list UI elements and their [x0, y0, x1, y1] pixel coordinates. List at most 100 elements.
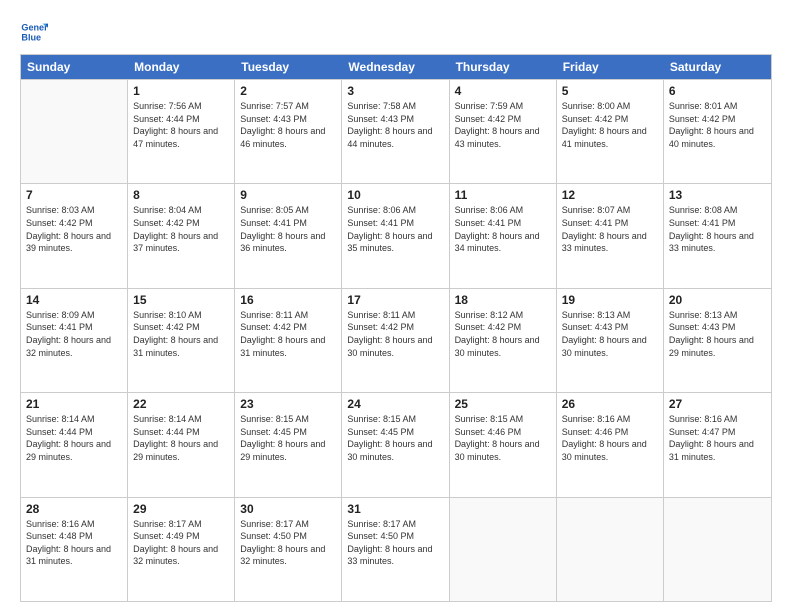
day-info: Sunrise: 8:13 AM Sunset: 4:43 PM Dayligh… — [669, 309, 766, 359]
day-info: Sunrise: 8:03 AM Sunset: 4:42 PM Dayligh… — [26, 204, 122, 254]
calendar-cell: 26 Sunrise: 8:16 AM Sunset: 4:46 PM Dayl… — [557, 393, 664, 496]
day-number: 15 — [133, 293, 229, 307]
calendar-header-day: Monday — [128, 55, 235, 79]
calendar: SundayMondayTuesdayWednesdayThursdayFrid… — [20, 54, 772, 602]
calendar-header-day: Tuesday — [235, 55, 342, 79]
day-info: Sunrise: 8:07 AM Sunset: 4:41 PM Dayligh… — [562, 204, 658, 254]
day-info: Sunrise: 8:16 AM Sunset: 4:47 PM Dayligh… — [669, 413, 766, 463]
day-info: Sunrise: 8:06 AM Sunset: 4:41 PM Dayligh… — [455, 204, 551, 254]
day-info: Sunrise: 8:12 AM Sunset: 4:42 PM Dayligh… — [455, 309, 551, 359]
calendar-cell: 13 Sunrise: 8:08 AM Sunset: 4:41 PM Dayl… — [664, 184, 771, 287]
day-number: 28 — [26, 502, 122, 516]
day-number: 16 — [240, 293, 336, 307]
calendar-header-day: Sunday — [21, 55, 128, 79]
day-info: Sunrise: 8:10 AM Sunset: 4:42 PM Dayligh… — [133, 309, 229, 359]
calendar-cell: 12 Sunrise: 8:07 AM Sunset: 4:41 PM Dayl… — [557, 184, 664, 287]
header: General Blue — [20, 18, 772, 46]
day-number: 10 — [347, 188, 443, 202]
calendar-cell: 11 Sunrise: 8:06 AM Sunset: 4:41 PM Dayl… — [450, 184, 557, 287]
day-info: Sunrise: 7:58 AM Sunset: 4:43 PM Dayligh… — [347, 100, 443, 150]
day-info: Sunrise: 8:05 AM Sunset: 4:41 PM Dayligh… — [240, 204, 336, 254]
day-number: 23 — [240, 397, 336, 411]
day-info: Sunrise: 8:17 AM Sunset: 4:50 PM Dayligh… — [347, 518, 443, 568]
calendar-week-row: 14 Sunrise: 8:09 AM Sunset: 4:41 PM Dayl… — [21, 288, 771, 392]
day-info: Sunrise: 8:17 AM Sunset: 4:50 PM Dayligh… — [240, 518, 336, 568]
day-number: 8 — [133, 188, 229, 202]
day-number: 14 — [26, 293, 122, 307]
calendar-week-row: 28 Sunrise: 8:16 AM Sunset: 4:48 PM Dayl… — [21, 497, 771, 601]
day-number: 27 — [669, 397, 766, 411]
day-info: Sunrise: 8:17 AM Sunset: 4:49 PM Dayligh… — [133, 518, 229, 568]
day-info: Sunrise: 7:59 AM Sunset: 4:42 PM Dayligh… — [455, 100, 551, 150]
day-number: 7 — [26, 188, 122, 202]
calendar-cell: 15 Sunrise: 8:10 AM Sunset: 4:42 PM Dayl… — [128, 289, 235, 392]
calendar-week-row: 1 Sunrise: 7:56 AM Sunset: 4:44 PM Dayli… — [21, 79, 771, 183]
calendar-cell: 10 Sunrise: 8:06 AM Sunset: 4:41 PM Dayl… — [342, 184, 449, 287]
calendar-cell: 14 Sunrise: 8:09 AM Sunset: 4:41 PM Dayl… — [21, 289, 128, 392]
day-info: Sunrise: 8:15 AM Sunset: 4:45 PM Dayligh… — [240, 413, 336, 463]
calendar-cell: 20 Sunrise: 8:13 AM Sunset: 4:43 PM Dayl… — [664, 289, 771, 392]
calendar-cell: 28 Sunrise: 8:16 AM Sunset: 4:48 PM Dayl… — [21, 498, 128, 601]
logo: General Blue — [20, 18, 52, 46]
day-info: Sunrise: 8:11 AM Sunset: 4:42 PM Dayligh… — [240, 309, 336, 359]
calendar-header-day: Friday — [557, 55, 664, 79]
calendar-cell: 22 Sunrise: 8:14 AM Sunset: 4:44 PM Dayl… — [128, 393, 235, 496]
calendar-header: SundayMondayTuesdayWednesdayThursdayFrid… — [21, 55, 771, 79]
day-number: 30 — [240, 502, 336, 516]
day-number: 11 — [455, 188, 551, 202]
calendar-cell: 19 Sunrise: 8:13 AM Sunset: 4:43 PM Dayl… — [557, 289, 664, 392]
day-number: 6 — [669, 84, 766, 98]
calendar-cell: 25 Sunrise: 8:15 AM Sunset: 4:46 PM Dayl… — [450, 393, 557, 496]
day-number: 17 — [347, 293, 443, 307]
day-info: Sunrise: 8:01 AM Sunset: 4:42 PM Dayligh… — [669, 100, 766, 150]
day-number: 22 — [133, 397, 229, 411]
day-number: 20 — [669, 293, 766, 307]
day-number: 9 — [240, 188, 336, 202]
day-number: 29 — [133, 502, 229, 516]
day-number: 2 — [240, 84, 336, 98]
day-number: 18 — [455, 293, 551, 307]
day-info: Sunrise: 8:00 AM Sunset: 4:42 PM Dayligh… — [562, 100, 658, 150]
calendar-cell: 8 Sunrise: 8:04 AM Sunset: 4:42 PM Dayli… — [128, 184, 235, 287]
day-info: Sunrise: 8:15 AM Sunset: 4:45 PM Dayligh… — [347, 413, 443, 463]
calendar-cell — [664, 498, 771, 601]
day-info: Sunrise: 8:04 AM Sunset: 4:42 PM Dayligh… — [133, 204, 229, 254]
calendar-cell: 4 Sunrise: 7:59 AM Sunset: 4:42 PM Dayli… — [450, 80, 557, 183]
calendar-week-row: 21 Sunrise: 8:14 AM Sunset: 4:44 PM Dayl… — [21, 392, 771, 496]
day-number: 13 — [669, 188, 766, 202]
day-number: 25 — [455, 397, 551, 411]
day-number: 31 — [347, 502, 443, 516]
day-number: 3 — [347, 84, 443, 98]
day-info: Sunrise: 8:16 AM Sunset: 4:48 PM Dayligh… — [26, 518, 122, 568]
calendar-cell: 31 Sunrise: 8:17 AM Sunset: 4:50 PM Dayl… — [342, 498, 449, 601]
calendar-header-day: Wednesday — [342, 55, 449, 79]
calendar-header-day: Thursday — [450, 55, 557, 79]
calendar-cell — [450, 498, 557, 601]
calendar-body: 1 Sunrise: 7:56 AM Sunset: 4:44 PM Dayli… — [21, 79, 771, 601]
calendar-cell: 9 Sunrise: 8:05 AM Sunset: 4:41 PM Dayli… — [235, 184, 342, 287]
day-number: 4 — [455, 84, 551, 98]
calendar-cell: 17 Sunrise: 8:11 AM Sunset: 4:42 PM Dayl… — [342, 289, 449, 392]
day-info: Sunrise: 8:11 AM Sunset: 4:42 PM Dayligh… — [347, 309, 443, 359]
day-number: 19 — [562, 293, 658, 307]
calendar-cell: 1 Sunrise: 7:56 AM Sunset: 4:44 PM Dayli… — [128, 80, 235, 183]
day-info: Sunrise: 8:15 AM Sunset: 4:46 PM Dayligh… — [455, 413, 551, 463]
calendar-cell — [21, 80, 128, 183]
day-number: 26 — [562, 397, 658, 411]
calendar-cell: 24 Sunrise: 8:15 AM Sunset: 4:45 PM Dayl… — [342, 393, 449, 496]
calendar-cell: 3 Sunrise: 7:58 AM Sunset: 4:43 PM Dayli… — [342, 80, 449, 183]
day-info: Sunrise: 8:16 AM Sunset: 4:46 PM Dayligh… — [562, 413, 658, 463]
day-info: Sunrise: 8:08 AM Sunset: 4:41 PM Dayligh… — [669, 204, 766, 254]
day-number: 21 — [26, 397, 122, 411]
calendar-cell — [557, 498, 664, 601]
calendar-cell: 5 Sunrise: 8:00 AM Sunset: 4:42 PM Dayli… — [557, 80, 664, 183]
day-number: 1 — [133, 84, 229, 98]
logo-icon: General Blue — [20, 18, 48, 46]
calendar-cell: 23 Sunrise: 8:15 AM Sunset: 4:45 PM Dayl… — [235, 393, 342, 496]
day-info: Sunrise: 8:14 AM Sunset: 4:44 PM Dayligh… — [26, 413, 122, 463]
day-number: 12 — [562, 188, 658, 202]
day-info: Sunrise: 8:09 AM Sunset: 4:41 PM Dayligh… — [26, 309, 122, 359]
calendar-cell: 16 Sunrise: 8:11 AM Sunset: 4:42 PM Dayl… — [235, 289, 342, 392]
calendar-week-row: 7 Sunrise: 8:03 AM Sunset: 4:42 PM Dayli… — [21, 183, 771, 287]
day-info: Sunrise: 8:06 AM Sunset: 4:41 PM Dayligh… — [347, 204, 443, 254]
